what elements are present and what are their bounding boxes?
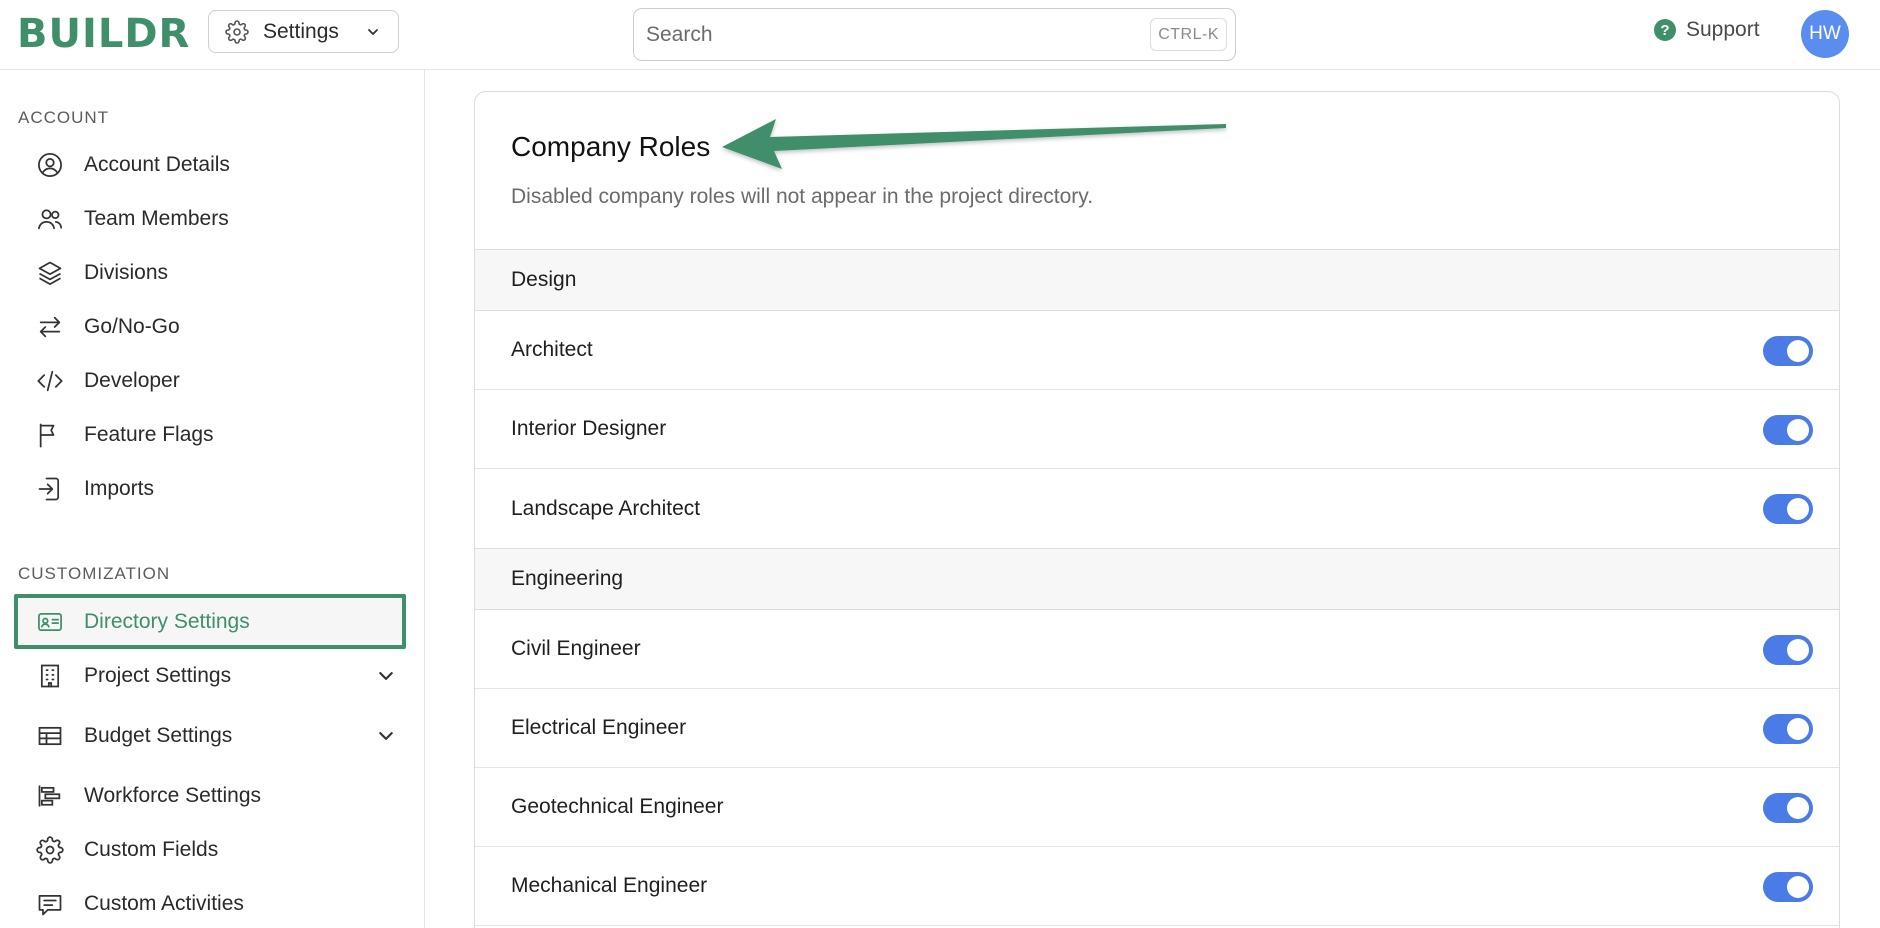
search-shortcut-badge: CTRL-K bbox=[1150, 18, 1227, 51]
sidebar-item-project-settings[interactable]: Project Settings bbox=[36, 656, 406, 696]
role-toggle[interactable] bbox=[1763, 415, 1813, 445]
sidebar-item-label: Workforce Settings bbox=[84, 784, 262, 807]
role-toggle[interactable] bbox=[1763, 494, 1813, 524]
sidebar: ACCOUNT Account Details Team Members Div… bbox=[0, 70, 425, 928]
sidebar-item-label: Custom Fields bbox=[84, 838, 219, 861]
sidebar-item-label: Budget Settings bbox=[84, 724, 233, 747]
toggle-knob bbox=[1787, 419, 1809, 441]
sidebar-item-label: Team Members bbox=[84, 207, 229, 230]
sidebar-item-label: Project Settings bbox=[84, 664, 232, 687]
top-bar: BUILDR Settings CTRL-K ? Support HW bbox=[0, 0, 1880, 70]
users-icon bbox=[36, 205, 64, 233]
list-item: Architect bbox=[475, 311, 1839, 390]
sidebar-item-account-details[interactable]: Account Details bbox=[36, 145, 406, 185]
role-label: Civil Engineer bbox=[511, 637, 641, 660]
help-icon: ? bbox=[1654, 19, 1676, 41]
group-header-engineering: Engineering bbox=[475, 548, 1839, 610]
gear-icon bbox=[225, 19, 249, 44]
gear-icon bbox=[36, 836, 64, 864]
app-logo[interactable]: BUILDR bbox=[17, 10, 190, 58]
id-card-icon bbox=[36, 608, 64, 636]
sidebar-item-directory-settings[interactable]: Directory Settings bbox=[14, 594, 406, 649]
user-circle-icon bbox=[36, 151, 64, 179]
group-header-design: Design bbox=[475, 249, 1839, 311]
roles-list: Design Architect Interior Designer Lands… bbox=[475, 249, 1839, 926]
toggle-knob bbox=[1787, 340, 1809, 362]
list-item: Landscape Architect bbox=[475, 469, 1839, 548]
role-label: Architect bbox=[511, 338, 593, 361]
toggle-knob bbox=[1787, 718, 1809, 740]
sidebar-item-label: Feature Flags bbox=[84, 423, 214, 446]
sidebar-item-label: Directory Settings bbox=[84, 609, 250, 633]
sidebar-item-divisions[interactable]: Divisions bbox=[36, 253, 406, 293]
layers-icon bbox=[36, 259, 64, 287]
role-label: Interior Designer bbox=[511, 417, 667, 440]
page-title: Company Roles bbox=[511, 131, 711, 162]
sidebar-item-label: Go/No-Go bbox=[84, 315, 180, 338]
settings-dropdown-label: Settings bbox=[263, 19, 339, 43]
sidebar-item-custom-activities[interactable]: Custom Activities bbox=[36, 884, 406, 924]
page-description: Disabled company roles will not appear i… bbox=[511, 185, 1094, 208]
sidebar-item-budget-settings[interactable]: Budget Settings bbox=[36, 716, 406, 756]
list-item: Geotechnical Engineer bbox=[475, 768, 1839, 847]
role-toggle[interactable] bbox=[1763, 872, 1813, 902]
sidebar-item-label: Custom Activities bbox=[84, 892, 244, 915]
message-icon bbox=[36, 890, 64, 918]
search-box[interactable]: CTRL-K bbox=[633, 8, 1236, 61]
toggle-knob bbox=[1787, 876, 1809, 898]
flag-icon bbox=[36, 421, 64, 449]
sidebar-item-developer[interactable]: Developer bbox=[36, 361, 406, 401]
annotation-arrow-icon bbox=[722, 119, 1226, 169]
role-label: Electrical Engineer bbox=[511, 716, 687, 739]
building-icon bbox=[36, 662, 64, 690]
role-label: Geotechnical Engineer bbox=[511, 795, 724, 818]
sidebar-item-workforce-settings[interactable]: Workforce Settings bbox=[36, 776, 406, 816]
sidebar-item-feature-flags[interactable]: Feature Flags bbox=[36, 415, 406, 455]
sidebar-item-custom-fields[interactable]: Custom Fields bbox=[36, 830, 406, 870]
sidebar-section-customization: CUSTOMIZATION bbox=[18, 564, 171, 583]
sidebar-item-go-no-go[interactable]: Go/No-Go bbox=[36, 307, 406, 347]
sidebar-item-label: Imports bbox=[84, 477, 155, 500]
role-toggle[interactable] bbox=[1763, 714, 1813, 744]
search-input[interactable] bbox=[646, 22, 1126, 47]
sidebar-item-label: Divisions bbox=[84, 261, 169, 284]
role-toggle[interactable] bbox=[1763, 336, 1813, 366]
sidebar-item-label: Account Details bbox=[84, 153, 230, 176]
sidebar-item-label: Developer bbox=[84, 369, 180, 392]
settings-dropdown-button[interactable]: Settings bbox=[208, 10, 399, 53]
role-toggle[interactable] bbox=[1763, 635, 1813, 665]
gantt-icon bbox=[36, 782, 64, 810]
role-toggle[interactable] bbox=[1763, 793, 1813, 823]
sidebar-item-team-members[interactable]: Team Members bbox=[36, 199, 406, 239]
sidebar-section-account: ACCOUNT bbox=[18, 108, 110, 127]
list-item: Civil Engineer bbox=[475, 610, 1839, 689]
table-icon bbox=[36, 722, 64, 750]
toggle-knob bbox=[1787, 639, 1809, 661]
list-item: Mechanical Engineer bbox=[475, 847, 1839, 926]
chevron-down-icon[interactable] bbox=[376, 666, 396, 691]
toggle-knob bbox=[1787, 498, 1809, 520]
list-item: Interior Designer bbox=[475, 390, 1839, 469]
role-label: Mechanical Engineer bbox=[511, 874, 708, 897]
code-icon bbox=[36, 367, 64, 395]
chevron-down-icon[interactable] bbox=[376, 726, 396, 751]
chevron-down-icon bbox=[366, 25, 380, 39]
toggle-knob bbox=[1787, 797, 1809, 819]
company-roles-panel: Company Roles Disabled company roles wil… bbox=[474, 91, 1840, 928]
sidebar-item-imports[interactable]: Imports bbox=[36, 469, 406, 509]
import-icon bbox=[36, 475, 64, 503]
avatar[interactable]: HW bbox=[1801, 10, 1849, 58]
role-label: Landscape Architect bbox=[511, 496, 701, 520]
support-label: Support bbox=[1686, 18, 1760, 41]
list-item: Electrical Engineer bbox=[475, 689, 1839, 768]
support-link[interactable]: ? Support bbox=[1654, 18, 1760, 42]
arrows-left-right-icon bbox=[36, 313, 64, 341]
